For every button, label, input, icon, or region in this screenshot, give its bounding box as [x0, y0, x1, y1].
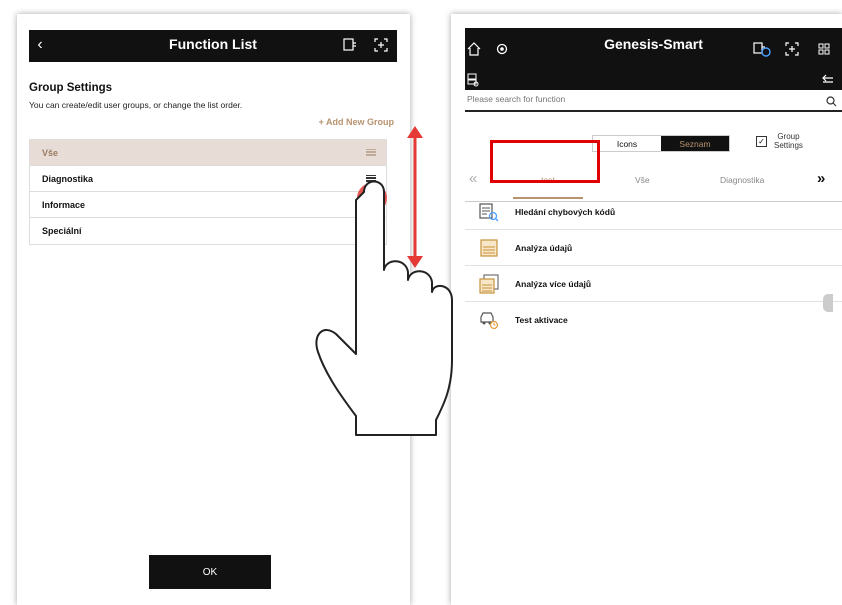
- add-new-group-button[interactable]: + Add New Group: [319, 117, 394, 127]
- activation-test-icon: [479, 310, 499, 330]
- tab-highlight-box: [490, 140, 600, 183]
- function-item-fault-codes[interactable]: Hledání chybových kódů: [465, 194, 842, 230]
- tab-diagnostika[interactable]: Diagnostika: [720, 175, 764, 185]
- function-label: Analýza údajů: [515, 242, 573, 253]
- view-toggle: Icons Seznam: [592, 135, 730, 152]
- scroll-indicator[interactable]: [823, 294, 833, 312]
- group-settings-checkbox[interactable]: ✓: [756, 136, 767, 147]
- genesis-smart-screen: Genesis-Smart Icons Seznam ✓ Group Setti…: [451, 14, 842, 605]
- vci-connection-icon[interactable]: [751, 40, 773, 58]
- screen-capture-icon[interactable]: [783, 40, 801, 58]
- search-bar: [465, 90, 842, 112]
- vci-connection-icon[interactable]: [341, 35, 359, 55]
- function-item-activation-test[interactable]: Test aktivace: [465, 302, 842, 338]
- vehicle-icon[interactable]: [465, 72, 481, 88]
- tabs-prev-icon[interactable]: «: [469, 170, 477, 187]
- group-label: Speciální: [42, 226, 82, 236]
- group-settings-label[interactable]: Group Settings: [774, 132, 803, 150]
- pointing-hand-icon: [312, 130, 462, 450]
- multi-data-analysis-icon: [479, 274, 499, 294]
- function-item-data-analysis[interactable]: Analýza údajů: [465, 230, 842, 266]
- group-settings-description: You can create/edit user groups, or chan…: [29, 100, 243, 110]
- screen-capture-icon[interactable]: [371, 35, 391, 55]
- fault-code-search-icon: [479, 202, 499, 222]
- function-label: Analýza více údajů: [515, 278, 592, 289]
- data-analysis-icon: [479, 238, 499, 258]
- group-label: Vše: [42, 147, 59, 158]
- group-label: Informace: [42, 199, 86, 210]
- function-label: Test aktivace: [515, 315, 568, 325]
- genesis-header: Genesis-Smart: [465, 28, 842, 94]
- group-settings-title: Group Settings: [29, 82, 113, 94]
- return-icon[interactable]: [819, 72, 837, 88]
- ok-button[interactable]: OK: [149, 555, 271, 589]
- list-view-button[interactable]: Seznam: [661, 136, 729, 151]
- function-item-multi-data[interactable]: Analýza více údajů: [465, 266, 842, 302]
- group-label: Diagnostika: [42, 173, 94, 184]
- search-input[interactable]: [467, 94, 807, 104]
- function-label: Hledání chybových kódů: [515, 206, 616, 217]
- grid-menu-icon[interactable]: [815, 40, 833, 58]
- tabs-next-icon[interactable]: »: [817, 170, 825, 187]
- tab-vse[interactable]: Vše: [635, 175, 650, 185]
- search-icon[interactable]: [823, 93, 839, 109]
- function-list-header: ‹ Function List: [29, 30, 397, 62]
- icons-view-button[interactable]: Icons: [593, 136, 661, 151]
